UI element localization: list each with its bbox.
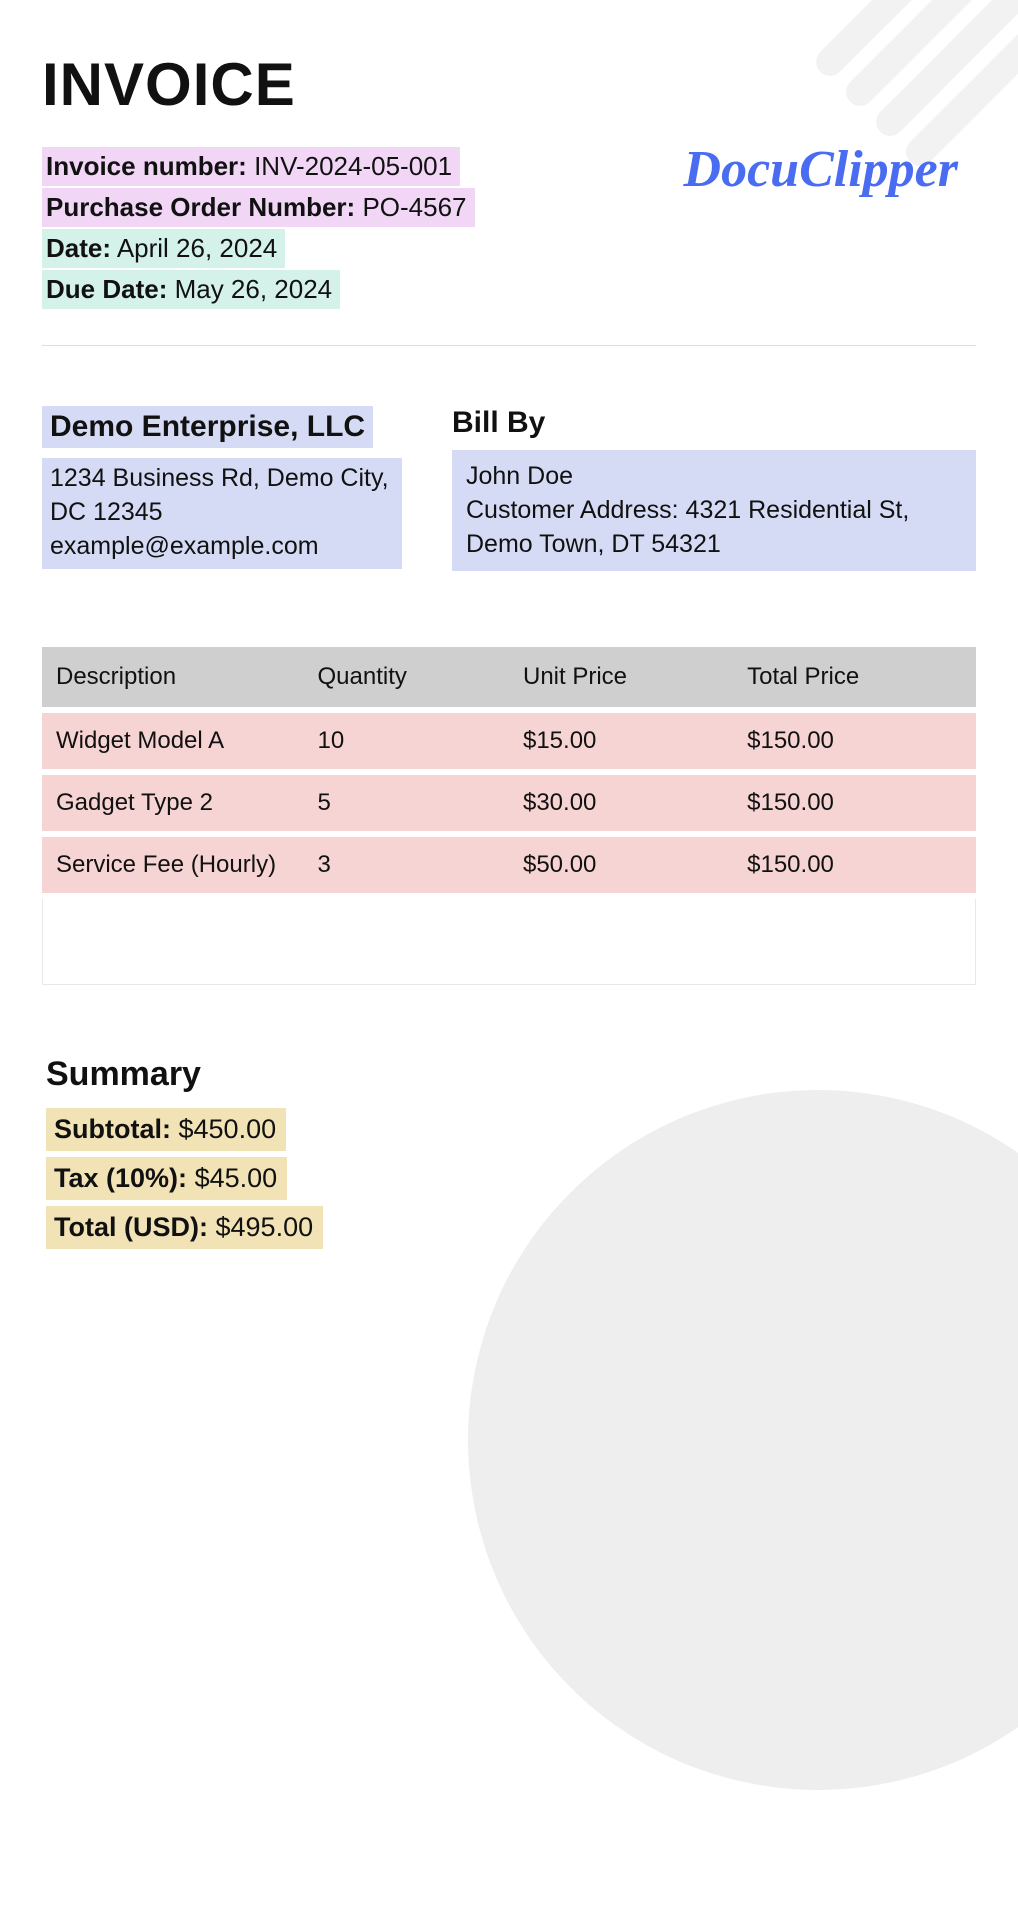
total-label: Total (USD): — [54, 1212, 208, 1242]
invoice-number-line: Invoice number: INV-2024-05-001 — [42, 147, 460, 186]
cell-unit-price: $30.00 — [509, 775, 733, 831]
col-quantity: Quantity — [304, 647, 509, 707]
tax-value: $45.00 — [195, 1163, 278, 1193]
col-unit-price: Unit Price — [509, 647, 733, 707]
subtotal-line: Subtotal: $450.00 — [46, 1108, 286, 1151]
po-number-line: Purchase Order Number: PO-4567 — [42, 188, 475, 227]
cell-quantity: 10 — [304, 713, 509, 769]
tax-label: Tax (10%): — [54, 1163, 187, 1193]
line-items-table: Description Quantity Unit Price Total Pr… — [42, 641, 976, 899]
subtotal-value: $450.00 — [179, 1114, 277, 1144]
total-line: Total (USD): $495.00 — [46, 1206, 323, 1249]
cell-total-price: $150.00 — [733, 837, 976, 893]
cell-unit-price: $15.00 — [509, 713, 733, 769]
tax-line: Tax (10%): $45.00 — [46, 1157, 287, 1200]
cell-quantity: 3 — [304, 837, 509, 893]
cell-description: Gadget Type 2 — [42, 775, 304, 831]
seller-address: 1234 Business Rd, Demo City, DC 12345 — [50, 464, 389, 526]
invoice-number-value: INV-2024-05-001 — [254, 151, 452, 181]
col-total-price: Total Price — [733, 647, 976, 707]
table-row: Gadget Type 2 5 $30.00 $150.00 — [42, 775, 976, 831]
cell-total-price: $150.00 — [733, 775, 976, 831]
cell-total-price: $150.00 — [733, 713, 976, 769]
po-number-label: Purchase Order Number: — [46, 192, 355, 222]
col-description: Description — [42, 647, 304, 707]
seller-name: Demo Enterprise, LLC — [42, 406, 373, 448]
document-title: INVOICE — [42, 50, 976, 119]
date-value: April 26, 2024 — [117, 233, 277, 263]
cell-description: Service Fee (Hourly) — [42, 837, 304, 893]
bill-by-name: John Doe — [466, 462, 573, 490]
due-date-line: Due Date: May 26, 2024 — [42, 270, 340, 309]
po-number-value: PO-4567 — [362, 192, 466, 222]
invoice-number-label: Invoice number: — [46, 151, 247, 181]
table-header-row: Description Quantity Unit Price Total Pr… — [42, 647, 976, 707]
subtotal-label: Subtotal: — [54, 1114, 171, 1144]
date-line: Date: April 26, 2024 — [42, 229, 285, 268]
logo: DocuClipper — [684, 140, 958, 199]
cell-description: Widget Model A — [42, 713, 304, 769]
bill-by-details: John Doe Customer Address: 4321 Resident… — [452, 450, 976, 571]
date-label: Date: — [46, 233, 111, 263]
table-empty-area — [42, 899, 976, 985]
due-date-value: May 26, 2024 — [175, 274, 333, 304]
bill-by-address-label: Customer Address: — [466, 496, 679, 524]
due-date-label: Due Date: — [46, 274, 167, 304]
summary-heading: Summary — [42, 1055, 976, 1094]
table-row: Service Fee (Hourly) 3 $50.00 $150.00 — [42, 837, 976, 893]
total-value: $495.00 — [216, 1212, 314, 1242]
cell-unit-price: $50.00 — [509, 837, 733, 893]
bill-by-heading: Bill By — [452, 406, 976, 440]
table-row: Widget Model A 10 $15.00 $150.00 — [42, 713, 976, 769]
seller-email: example@example.com — [50, 532, 319, 560]
cell-quantity: 5 — [304, 775, 509, 831]
divider — [42, 345, 976, 346]
seller-details: 1234 Business Rd, Demo City, DC 12345 ex… — [42, 458, 402, 569]
